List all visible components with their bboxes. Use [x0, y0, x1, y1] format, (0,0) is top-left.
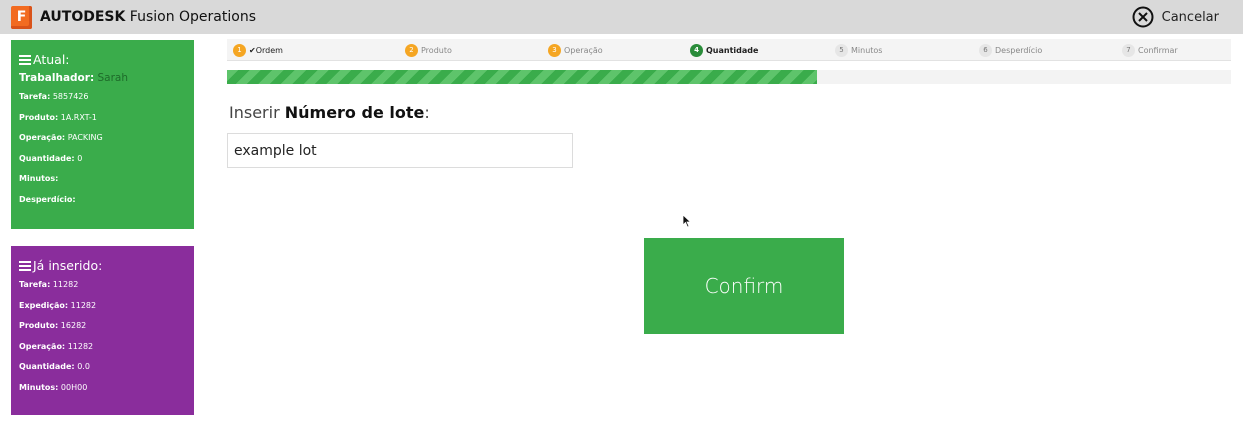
- info-label: Minutos:: [19, 174, 59, 183]
- cancel-label: Cancelar: [1161, 9, 1219, 25]
- info-value: 00H00: [60, 382, 88, 392]
- info-label: Quantidade:: [19, 153, 75, 163]
- info-label: Tarefa:: [19, 92, 51, 101]
- info-row: Desperdício:: [19, 195, 194, 216]
- entered-panel-title-text: Já inserido:: [33, 258, 103, 273]
- product-name: Fusion Operations: [129, 9, 256, 25]
- step-label: Quantidade: [706, 45, 759, 55]
- info-row: Tarefa: 11282: [19, 280, 194, 301]
- cancel-button[interactable]: Cancelar: [1132, 6, 1219, 28]
- info-row: Produto: 1A.RXT-1: [19, 113, 194, 134]
- step-2: 2 Produto: [405, 43, 452, 57]
- step-7: 7 Confirmar: [1122, 43, 1178, 57]
- top-bar: F AUTODESK Fusion Operations Cancelar: [0, 0, 1243, 34]
- info-row: Operação: 11282: [19, 342, 194, 363]
- info-value: 5857426: [52, 92, 89, 101]
- step-label: ✔Ordem: [249, 45, 283, 55]
- input-prompt: Inserir Número de lote:: [229, 103, 430, 122]
- info-row: Expedição: 11282: [19, 301, 194, 322]
- confirm-button[interactable]: Confirm: [644, 238, 844, 334]
- info-value: 16282: [60, 321, 87, 330]
- info-value: 0.0: [77, 362, 90, 371]
- info-label: Tarefa:: [19, 280, 51, 289]
- info-row: Minutos: 00H00: [19, 383, 194, 404]
- info-label: Quantidade:: [19, 362, 75, 371]
- step-indicator: 1 ✔Ordem 2 Produto 3 Operação 4 Quantidade 5 Minu…: [227, 39, 1231, 61]
- info-row: Tarefa: 5857426: [19, 92, 194, 113]
- step-label: Operação: [564, 45, 603, 55]
- info-label: Produto:: [19, 112, 59, 122]
- step-4: 4 Quantidade: [690, 43, 759, 57]
- menu-icon: [19, 260, 31, 271]
- close-circle-icon: [1132, 6, 1154, 28]
- worker-value: Sarah: [97, 72, 128, 84]
- info-label: Produto:: [19, 321, 59, 330]
- worker-label: Trabalhador:: [19, 72, 95, 84]
- info-label: Operação:: [19, 133, 66, 142]
- prompt-field-name: Número de lote: [284, 103, 425, 122]
- info-label: Expedição:: [19, 300, 69, 310]
- info-value: 11282: [67, 341, 94, 351]
- progress-bar: [227, 70, 1231, 84]
- lot-number-input[interactable]: [227, 133, 573, 168]
- step-label: Desperdício: [995, 45, 1043, 55]
- current-panel-title: Atual:: [19, 52, 194, 67]
- info-row: Quantidade: 0: [19, 154, 194, 175]
- step-number: 1: [233, 43, 246, 57]
- fusion-logo-icon: F: [11, 6, 32, 29]
- info-row: Minutos:: [19, 174, 194, 195]
- info-row: Quantidade: 0.0: [19, 362, 194, 383]
- step-number: 2: [405, 43, 418, 57]
- step-number: 7: [1122, 43, 1135, 57]
- step-6: 6 Desperdício: [979, 43, 1043, 57]
- entered-panel-title: Já inserido:: [19, 258, 194, 273]
- info-value: PACKING: [67, 133, 103, 142]
- step-number: 4: [690, 43, 703, 57]
- info-label: Minutos:: [19, 382, 59, 392]
- worker-row: Trabalhador: Sarah: [19, 71, 194, 89]
- current-panel: Atual: Trabalhador: Sarah Tarefa: 585742…: [11, 40, 194, 229]
- info-row: Produto: 16282: [19, 321, 194, 342]
- current-panel-title-text: Atual:: [33, 52, 70, 67]
- brand-name: AUTODESK: [40, 9, 126, 25]
- step-label: Produto: [421, 45, 452, 55]
- info-value: 0: [77, 153, 83, 163]
- progress-fill: [227, 70, 818, 84]
- info-label: Operação:: [19, 341, 66, 351]
- info-label: Desperdício:: [19, 194, 76, 204]
- menu-icon: [19, 54, 31, 65]
- info-value: 11282: [52, 280, 79, 289]
- step-5: 5 Minutos: [835, 43, 883, 57]
- step-1: 1 ✔Ordem: [233, 43, 283, 57]
- prompt-suffix: :: [424, 103, 430, 122]
- step-label: Confirmar: [1138, 45, 1178, 55]
- app-title: AUTODESK Fusion Operations: [40, 7, 256, 27]
- mouse-cursor-icon: [682, 214, 692, 228]
- step-number: 6: [979, 43, 992, 57]
- entered-panel: Já inserido: Tarefa: 11282 Expedição: 112…: [11, 246, 194, 415]
- step-3: 3 Operação: [548, 43, 603, 57]
- info-value: 1A.RXT-1: [60, 112, 97, 122]
- step-label: Minutos: [851, 45, 883, 55]
- info-row: Operação: PACKING: [19, 133, 194, 154]
- info-value: 11282: [70, 300, 97, 310]
- step-number: 5: [835, 43, 848, 57]
- prompt-prefix: Inserir: [229, 103, 285, 122]
- step-number: 3: [548, 43, 561, 57]
